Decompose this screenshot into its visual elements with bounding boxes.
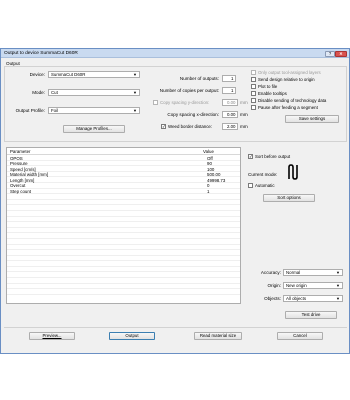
sort-options-button[interactable]: Sort options (263, 194, 315, 202)
origin-select-value: New origin (286, 283, 307, 288)
device-select-value: SummaCut D60R (51, 72, 86, 77)
accuracy-label: Accuracy: (260, 270, 281, 275)
only-output-tool-checkbox-box (251, 70, 256, 75)
copy-spacing-y-checkbox-box (153, 100, 158, 105)
sort-before-output-label: Sort before output (255, 154, 291, 159)
pause-after-segment-checkbox[interactable]: Pause after feeding a segment (251, 105, 318, 110)
footer-divider (4, 327, 347, 328)
copy-spacing-y-unit: mm (240, 100, 248, 105)
pause-after-segment-checkbox-box (251, 105, 256, 110)
table-header: Parameter Value (7, 148, 240, 155)
preview-button[interactable]: Preview... (29, 332, 75, 340)
test-drive-button[interactable]: Test drive (285, 311, 337, 319)
copies-per-output-label: Number of copies per output: (159, 88, 219, 93)
sort-mode-icon (288, 164, 298, 180)
weed-border-label: Weed border distance: (168, 124, 213, 129)
read-material-size-button[interactable]: Read material size (194, 332, 242, 340)
origin-select[interactable]: New origin ▼ (283, 282, 343, 289)
close-button[interactable]: ✕ (335, 50, 347, 57)
output-profile-label: Output Profile: (15, 108, 45, 113)
weed-border-checkbox-box: ✓ (161, 124, 166, 129)
chevron-down-icon: ▼ (133, 108, 137, 113)
title-bar: Output to device SummaCut D60R ? ✕ (1, 49, 349, 58)
cancel-button[interactable]: Cancel (277, 332, 323, 340)
column-header-value: Value (203, 149, 214, 154)
plot-to-file-checkbox-box (251, 84, 256, 89)
device-label: Device: (29, 72, 45, 77)
window-title: Output to device SummaCut D60R (4, 51, 78, 56)
pause-after-segment-label: Pause after feeding a segment (258, 105, 318, 110)
mode-select-value: Cut (51, 90, 58, 95)
chevron-down-icon: ▼ (336, 270, 340, 275)
send-relative-checkbox[interactable]: Send design relative to origin (251, 77, 315, 82)
parameter-table: Parameter Value OPOS Off Pressure 90 Speed [… (6, 147, 241, 304)
sort-before-output-checkbox-box: ✓ (248, 154, 253, 159)
copy-spacing-y-input[interactable]: 0.00 (222, 99, 238, 106)
objects-select[interactable]: All objects ▼ (283, 295, 343, 302)
enable-tooltips-checkbox-box (251, 91, 256, 96)
accuracy-select-value: Normal (286, 270, 301, 275)
disable-tech-data-label: Disable sending of technology data (258, 98, 327, 103)
device-select[interactable]: SummaCut D60R ▼ (48, 71, 140, 78)
output-button[interactable]: Output (109, 332, 155, 340)
save-settings-button[interactable]: Save settings (285, 115, 339, 123)
current-mode-label: Current mode: (248, 172, 278, 177)
objects-label: Objects: (264, 296, 281, 301)
objects-select-value: All objects (286, 296, 307, 301)
num-outputs-label: Number of outputs: (179, 76, 219, 81)
weed-border-unit: mm (240, 124, 248, 129)
enable-tooltips-checkbox[interactable]: Enable tooltips (251, 91, 287, 96)
origin-label: Origin: (267, 283, 281, 288)
automatic-checkbox-box (248, 183, 253, 188)
output-dialog: Output to device SummaCut D60R ? ✕ Outpu… (0, 48, 350, 354)
chevron-down-icon: ▼ (133, 90, 137, 95)
only-output-tool-checkbox[interactable]: Only output tool-assigned layers (251, 70, 321, 75)
send-relative-checkbox-box (251, 77, 256, 82)
copy-spacing-x-unit: mm (240, 112, 248, 117)
accuracy-select[interactable]: Normal ▼ (283, 269, 343, 276)
chevron-down-icon: ▼ (336, 296, 340, 301)
empty-table-row (7, 289, 240, 295)
mode-select[interactable]: Cut ▼ (48, 89, 140, 96)
disable-tech-data-checkbox[interactable]: Disable sending of technology data (251, 98, 326, 103)
preview-button-label: Preview... (42, 333, 62, 338)
enable-tooltips-label: Enable tooltips (258, 91, 287, 96)
disable-tech-data-checkbox-box (251, 98, 256, 103)
chevron-down-icon: ▼ (133, 72, 137, 77)
only-output-tool-label: Only output tool-assigned layers (258, 70, 321, 75)
plot-to-file-checkbox[interactable]: Plot to file (251, 84, 277, 89)
output-profile-select-value: Foil (51, 108, 59, 113)
chevron-down-icon: ▼ (336, 283, 340, 288)
weed-border-checkbox[interactable]: ✓ Weed border distance: (161, 124, 212, 129)
copy-spacing-x-label: Copy spacing x-direction: (167, 112, 219, 117)
output-profile-select[interactable]: Foil ▼ (48, 107, 140, 114)
copy-spacing-y-label: Copy spacing y-direction: (160, 100, 210, 105)
column-header-parameter: Parameter (10, 149, 31, 154)
num-outputs-input[interactable]: 1 (222, 75, 236, 82)
manage-profiles-button[interactable]: Manage Profiles... (63, 125, 125, 133)
copy-spacing-y-checkbox[interactable]: Copy spacing y-direction: (153, 100, 209, 105)
automatic-checkbox[interactable]: Automatic (248, 183, 275, 188)
table-body: OPOS Off Pressure 90 Speed [cm/s] 100 Material… (7, 155, 240, 295)
help-button[interactable]: ? (325, 50, 335, 57)
weed-border-input[interactable]: 2.00 (222, 123, 238, 130)
copies-per-output-input[interactable]: 1 (222, 87, 236, 94)
sort-before-output-checkbox[interactable]: ✓ Sort before output (248, 154, 290, 159)
mode-label: Mode: (32, 90, 45, 95)
send-relative-label: Send design relative to origin (258, 77, 315, 82)
automatic-label: Automatic (255, 183, 275, 188)
plot-to-file-label: Plot to file (258, 84, 278, 89)
copy-spacing-x-input[interactable]: 0.00 (222, 111, 238, 118)
